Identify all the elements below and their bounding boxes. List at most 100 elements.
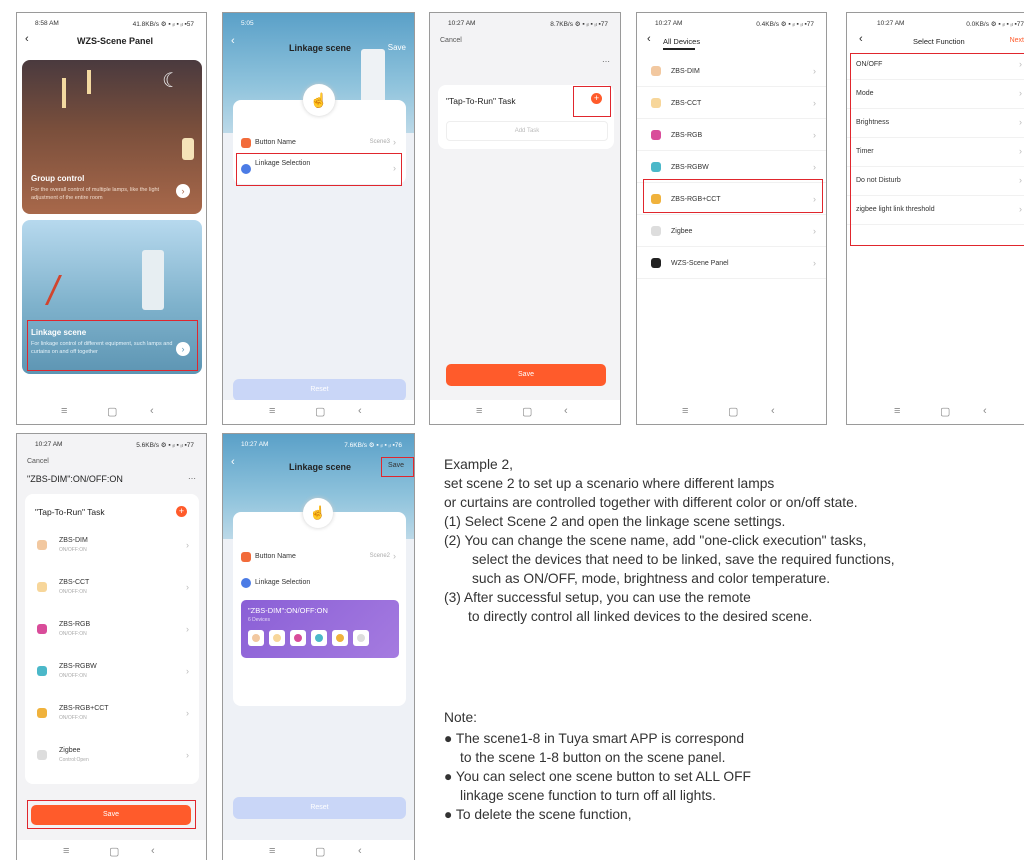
- back-nav-icon[interactable]: ‹: [771, 405, 775, 417]
- text-line: select the devices that need to be linke…: [472, 552, 895, 567]
- menu-icon[interactable]: ≡: [63, 845, 69, 857]
- device-row[interactable]: Zigbee ›: [637, 216, 826, 247]
- scene-icon: ☝: [303, 498, 333, 528]
- home-icon[interactable]: ▢: [728, 405, 738, 418]
- text-line: or curtains are controlled together with…: [444, 495, 858, 510]
- task-row[interactable]: ZBS-RGB+CCT ON/OFF:ON ›: [25, 696, 199, 734]
- linked-scene-card[interactable]: "ZBS-DIM":ON/OFF:ON 6 Devices: [241, 600, 399, 658]
- task-row[interactable]: ZBS-DIM ON/OFF:ON ›: [25, 528, 199, 566]
- device-row[interactable]: ZBS-RGB ›: [637, 120, 826, 151]
- linkage-selection-row[interactable]: Linkage Selection: [233, 570, 406, 596]
- arrow-button[interactable]: ›: [176, 184, 190, 198]
- task-device-state: ON/OFF:ON: [59, 673, 87, 679]
- scene-name: "ZBS-DIM":ON/OFF:ON: [27, 474, 123, 484]
- home-icon[interactable]: ▢: [107, 405, 117, 418]
- button-name-row[interactable]: Button Name Scene2 ›: [233, 544, 406, 570]
- chevron-right-icon: ›: [813, 162, 816, 172]
- more-icon[interactable]: ⋯: [602, 57, 610, 66]
- highlight-box: [573, 86, 611, 117]
- status-icons: 8.7KB/s ⚙ ▪ ᵢₗ ▪ ᵢₗ ▪77: [550, 21, 608, 28]
- back-nav-icon[interactable]: ‹: [358, 405, 362, 417]
- instructions-text: Example 2, set scene 2 to set up a scena…: [444, 455, 895, 626]
- add-task-button[interactable]: Add Task: [446, 121, 608, 141]
- status-icons: 7.6KB/s ⚙ ▪ ᵢₗ ▪ ᵢₗ ▪76: [344, 442, 402, 449]
- device-icon-row: [248, 630, 374, 651]
- device-icon: [651, 130, 661, 140]
- device-row[interactable]: ZBS-CCT ›: [637, 88, 826, 119]
- row-label: Button Name: [255, 139, 296, 146]
- back-nav-icon[interactable]: ‹: [358, 845, 362, 857]
- highlight-box: [643, 179, 823, 213]
- cancel-button[interactable]: Cancel: [440, 37, 462, 44]
- save-button[interactable]: Save: [388, 43, 406, 52]
- device-row[interactable]: WZS-Scene Panel ›: [637, 248, 826, 279]
- home-icon[interactable]: ▢: [522, 405, 532, 418]
- device-icon: [37, 624, 47, 634]
- menu-icon[interactable]: ≡: [476, 405, 482, 417]
- device-name: ZBS-DIM: [671, 68, 700, 75]
- group-control-card[interactable]: ☾ Group control For the overall control …: [22, 60, 202, 214]
- chevron-right-icon: ›: [813, 226, 816, 236]
- task-row[interactable]: ZBS-RGBW ON/OFF:ON ›: [25, 654, 199, 692]
- row-label: Button Name: [255, 553, 296, 560]
- status-bar: 10:27 AM 8.7KB/s ⚙ ▪ ᵢₗ ▪ ᵢₗ ▪77: [430, 13, 620, 35]
- next-button[interactable]: Next: [1010, 37, 1024, 44]
- back-icon[interactable]: ‹: [859, 33, 863, 45]
- chevron-right-icon: ›: [186, 666, 189, 676]
- note-line: ● The scene1-8 in Tuya smart APP is corr…: [444, 731, 745, 746]
- task-device-state: ON/OFF:ON: [59, 631, 87, 637]
- add-circle-icon[interactable]: +: [176, 506, 187, 517]
- screenshot-linkage-scene: 5:05 ‹ Linkage scene Save ☝ Button Name S…: [222, 12, 415, 425]
- linked-device-icon: [269, 630, 285, 646]
- device-color-dot: [294, 634, 302, 642]
- highlight-box: [381, 457, 414, 477]
- button-name-icon: [241, 552, 251, 562]
- screenshot-all-devices: 10:27 AM 0.4KB/s ⚙ ▪ ᵢₗ ▪ ᵢₗ ▪77 ‹ All De…: [636, 12, 827, 425]
- save-button[interactable]: Save: [446, 364, 606, 386]
- back-icon[interactable]: ‹: [231, 456, 235, 468]
- notes-text: Note: ● The scene1-8 in Tuya smart APP i…: [444, 708, 751, 824]
- text-line: (3) After successful setup, you can use …: [444, 590, 751, 605]
- back-nav-icon[interactable]: ‹: [150, 405, 154, 417]
- home-icon[interactable]: ▢: [109, 845, 119, 858]
- linked-device-icon: [353, 630, 369, 646]
- task-row[interactable]: Zigbee Control:Open ›: [25, 738, 199, 776]
- back-icon[interactable]: ‹: [25, 33, 29, 45]
- menu-icon[interactable]: ≡: [269, 845, 275, 857]
- status-time: 10:27 AM: [241, 441, 269, 448]
- button-name-icon: [241, 138, 251, 148]
- back-icon[interactable]: ‹: [231, 35, 235, 47]
- screenshot-task-list: 10:27 AM 5.6KB/s ⚙ ▪ ᵢₗ ▪ ᵢₗ ▪77 Cancel "…: [16, 433, 207, 860]
- device-row[interactable]: ZBS-DIM ›: [637, 56, 826, 87]
- device-name: ZBS-RGB: [671, 132, 703, 139]
- menu-icon[interactable]: ≡: [682, 405, 688, 417]
- text-line: (1) Select Scene 2 and open the linkage …: [444, 514, 786, 529]
- home-icon[interactable]: ▢: [940, 405, 950, 418]
- menu-icon[interactable]: ≡: [269, 405, 275, 417]
- highlight-box: [27, 320, 198, 371]
- menu-icon[interactable]: ≡: [894, 405, 900, 417]
- cancel-button[interactable]: Cancel: [27, 458, 49, 465]
- moon-icon: ☾: [162, 70, 180, 92]
- back-nav-icon[interactable]: ‹: [151, 845, 155, 857]
- more-icon[interactable]: ⋯: [188, 474, 196, 483]
- device-icon: [37, 540, 47, 550]
- note-heading: Note:: [444, 710, 477, 725]
- device-color-dot: [357, 634, 365, 642]
- home-icon[interactable]: ▢: [315, 405, 325, 418]
- back-nav-icon[interactable]: ‹: [983, 405, 987, 417]
- menu-icon[interactable]: ≡: [61, 405, 67, 417]
- home-icon[interactable]: ▢: [315, 845, 325, 858]
- reset-button[interactable]: Reset: [233, 797, 406, 819]
- back-icon[interactable]: ‹: [647, 33, 651, 45]
- text-line: Example 2,: [444, 457, 514, 472]
- linked-device-icon: [332, 630, 348, 646]
- device-icon: [37, 708, 47, 718]
- android-nav-bar: ≡ ▢ ‹: [17, 840, 206, 860]
- task-device-name: ZBS-RGBW: [59, 663, 97, 670]
- back-nav-icon[interactable]: ‹: [564, 405, 568, 417]
- task-device-name: Zigbee: [59, 747, 81, 754]
- task-row[interactable]: ZBS-RGB ON/OFF:ON ›: [25, 612, 199, 650]
- task-row[interactable]: ZBS-CCT ON/OFF:ON ›: [25, 570, 199, 608]
- reset-button[interactable]: Reset: [233, 379, 406, 401]
